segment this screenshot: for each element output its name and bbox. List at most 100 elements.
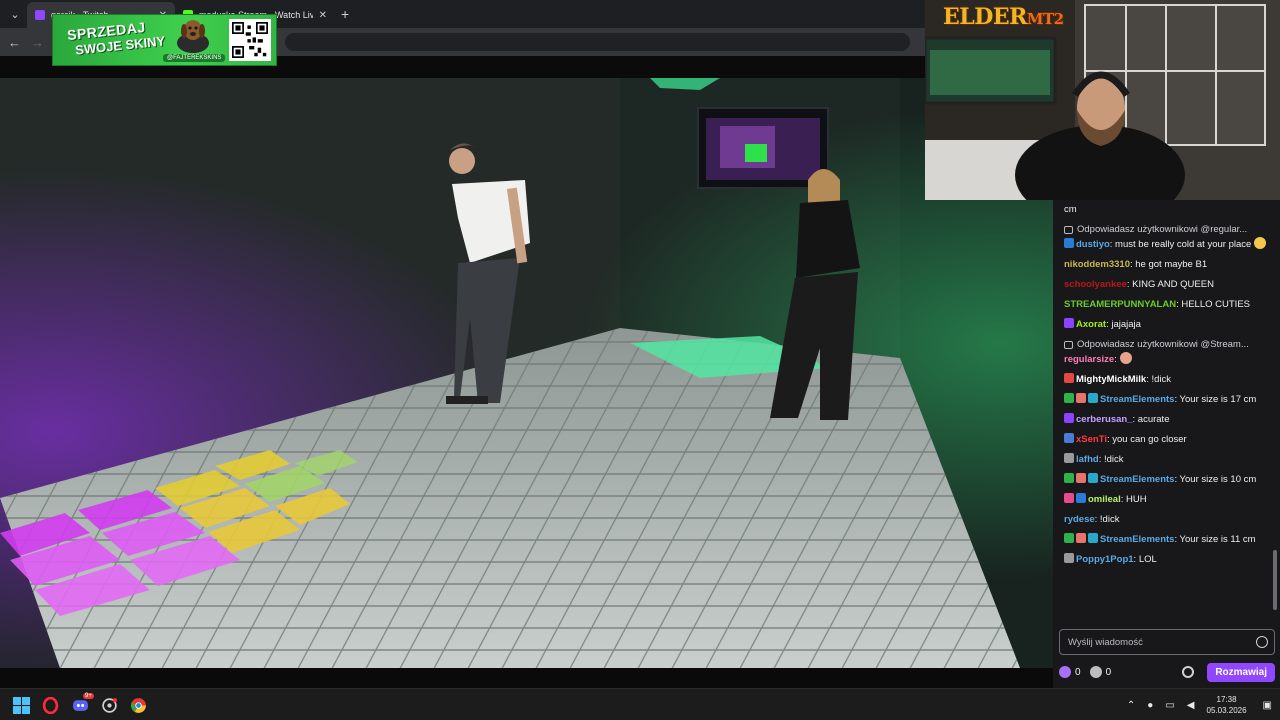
chat-badge-icon[interactable] [1064, 413, 1074, 423]
message-text: : !dick [1098, 454, 1124, 465]
chat-settings-icon[interactable] [1182, 666, 1195, 678]
message-text: : jajajaja [1106, 319, 1141, 330]
chat-badge-icon[interactable] [1064, 473, 1074, 483]
windows-taskbar: 9+ ⌃ ● ▭ ◀ 17:38 05.03.2026 ▣ [0, 688, 1280, 720]
chat-badge-icon[interactable] [1064, 433, 1074, 443]
emote-icon[interactable] [1119, 352, 1132, 364]
chat-send-button[interactable]: Rozmawiaj [1207, 662, 1275, 682]
opera-gx-icon[interactable] [42, 697, 59, 714]
chat-badge-icon[interactable] [1076, 473, 1086, 483]
chat-username[interactable]: schoolyankee [1064, 279, 1127, 290]
chat-username[interactable]: Poppy1Pop1 [1076, 554, 1134, 565]
system-tray: ⌃ ● ▭ ◀ 17:38 05.03.2026 ▣ [1121, 689, 1280, 720]
message-text: : he got maybe B1 [1130, 259, 1208, 270]
chat-username[interactable]: StreamElements [1100, 534, 1174, 545]
video-player[interactable] [0, 78, 1053, 668]
tab-search-button[interactable]: ⌄ [3, 2, 27, 26]
message-text: : Your size is 17 cm [1174, 394, 1257, 405]
chat-message: StreamElements: Your size is 17 cm [1064, 392, 1269, 407]
channel-points-icon [1089, 666, 1102, 678]
streamer-webcam: ELDERMT2 [925, 0, 1280, 200]
chat-message: cerberusan_: acurate [1064, 412, 1269, 427]
discord-icon[interactable] [72, 697, 89, 714]
new-tab-button[interactable]: + [341, 6, 349, 22]
dog-mascot-icon [177, 20, 209, 53]
chat-badge-icon[interactable] [1064, 533, 1074, 543]
message-text: : must be really cold at your place [1109, 239, 1252, 250]
chat-message: Axorat: jajajaja [1064, 317, 1269, 332]
logo-text: ELDER [943, 4, 1027, 30]
chat-message: StreamElements: Your size is 10 cm [1064, 472, 1269, 487]
chat-badge-icon[interactable] [1088, 393, 1098, 403]
chat-input-placeholder: Wyślij wiadomość [1068, 636, 1143, 648]
chat-badge-icon[interactable] [1064, 318, 1074, 328]
microphone-icon[interactable]: ● [1147, 700, 1153, 711]
webcam-feed [925, 0, 1280, 200]
chat-username[interactable]: xSenTi [1076, 434, 1107, 445]
chat-username[interactable]: dustiyo [1076, 239, 1110, 250]
clock-time: 17:38 [1216, 695, 1237, 704]
chat-panel: cm Odpowiadasz użytkownikowi @regular... d… [1053, 200, 1280, 688]
windows-start-icon[interactable] [13, 697, 30, 714]
chat-username[interactable]: StreamElements [1100, 474, 1174, 485]
chat-badge-icon[interactable] [1064, 493, 1074, 503]
message-text: : acurate [1132, 414, 1170, 425]
chat-badge-icon[interactable] [1076, 393, 1086, 403]
channel-points[interactable]: 0 [1089, 665, 1111, 680]
chat-message: omileal: HUH [1064, 492, 1269, 507]
qr-code-icon [229, 19, 271, 61]
message-text: cm [1064, 204, 1077, 215]
emote-icon[interactable] [1254, 237, 1267, 249]
chat-badge-icon[interactable] [1088, 473, 1098, 483]
bits-balance[interactable]: 0 [1059, 665, 1081, 680]
volume-icon[interactable]: ◀ [1187, 700, 1195, 711]
close-icon[interactable]: ✕ [319, 10, 327, 21]
message-text: : HELLO CUTIES [1176, 299, 1250, 310]
chat-username[interactable]: STREAMERPUNNYALAN [1064, 299, 1176, 310]
chat-message: nikoddem3310: he got maybe B1 [1064, 257, 1269, 272]
chat-username[interactable]: regularsize [1064, 354, 1114, 365]
chat-message: dustiyo: must be really cold at your pla… [1064, 237, 1269, 252]
chat-badge-icon[interactable] [1076, 493, 1086, 503]
chat-username[interactable]: StreamElements [1100, 394, 1174, 405]
emoji-icon[interactable] [1256, 636, 1268, 648]
address-bar[interactable] [285, 33, 910, 51]
chat-message: Poppy1Pop1: LOL [1064, 552, 1269, 567]
chat-input[interactable]: Wyślij wiadomość [1059, 629, 1275, 655]
chat-badge-icon[interactable] [1064, 453, 1074, 463]
chat-username[interactable]: nikoddem3310 [1064, 259, 1130, 270]
chat-badge-icon[interactable] [1088, 533, 1098, 543]
forward-icon[interactable]: → [31, 35, 44, 50]
chat-message: schoolyankee: KING AND QUEEN [1064, 277, 1269, 292]
chat-message: xSenTi: you can go closer [1064, 432, 1269, 447]
chat-username[interactable]: rydese [1064, 514, 1095, 525]
back-icon[interactable]: ← [8, 35, 21, 50]
network-icon[interactable]: ▭ [1165, 700, 1174, 711]
chat-badge-icon[interactable] [1064, 393, 1074, 403]
reply-text: Odpowiadasz użytkownikowi @regular... [1077, 224, 1248, 235]
reply-icon [1064, 225, 1073, 234]
chat-badge-icon[interactable] [1064, 373, 1074, 383]
chat-scrollbar[interactable] [1273, 550, 1277, 610]
chrome-icon[interactable] [130, 697, 147, 714]
message-text: : LOL [1133, 554, 1157, 565]
chat-message-continuation: cm [1064, 202, 1269, 217]
steelseries-icon[interactable] [101, 697, 118, 714]
chat-badge-icon[interactable] [1064, 238, 1074, 248]
chat-username[interactable]: cerberusan_ [1076, 414, 1133, 425]
chevron-up-icon[interactable]: ⌃ [1127, 700, 1135, 711]
chat-message: lafhd: !dick [1064, 452, 1269, 467]
chat-badge-icon[interactable] [1064, 553, 1074, 563]
chat-message: rydese: !dick [1064, 512, 1269, 527]
chat-username[interactable]: omileal [1088, 494, 1121, 505]
message-text: : KING AND QUEEN [1126, 279, 1214, 290]
chat-username[interactable]: Axorat [1076, 319, 1106, 330]
clock-date: 05.03.2026 [1206, 706, 1247, 715]
sponsor-banner[interactable]: SPRZEDAJ SWOJE SKINY @FAJTEREKSKINS [52, 14, 277, 66]
chat-username[interactable]: lafhd [1076, 454, 1099, 465]
chat-username[interactable]: MightyMickMilk [1076, 374, 1146, 385]
bits-icon [1059, 666, 1071, 678]
notifications-icon[interactable]: ▣ [1263, 700, 1272, 711]
chat-badge-icon[interactable] [1076, 533, 1086, 543]
clock[interactable]: 17:38 05.03.2026 [1207, 694, 1247, 716]
